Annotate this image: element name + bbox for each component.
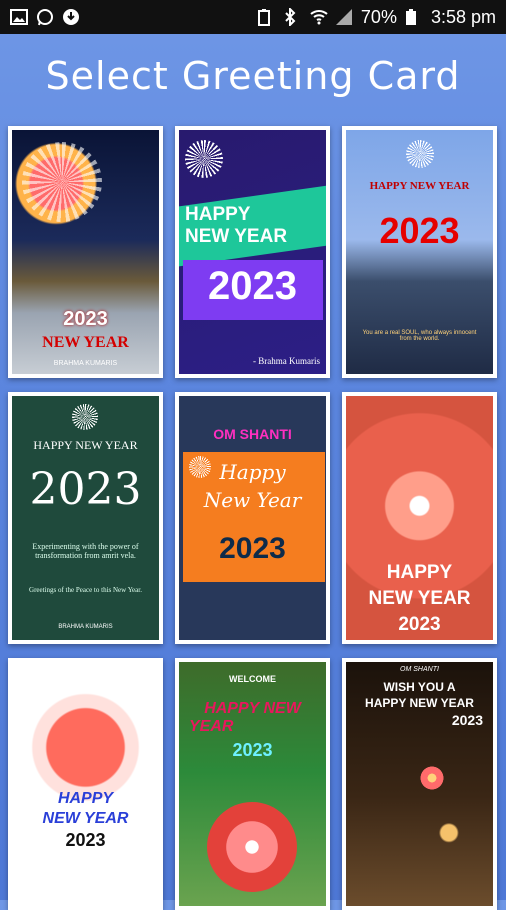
card-greeting: HAPPY xyxy=(185,204,251,225)
card-greeting: Happy xyxy=(219,460,286,484)
card-footer: - Brahma Kumaris xyxy=(253,356,320,366)
card-greeting-2: HAPPY NEW YEAR xyxy=(365,696,474,710)
card-year: 2023 xyxy=(29,464,142,515)
download-icon xyxy=(62,8,80,26)
greeting-card-5[interactable]: OM SHANTI Happy New Year 2023 xyxy=(175,392,330,644)
card-greeting: NEW YEAR xyxy=(42,334,129,351)
greeting-card-8[interactable]: WELCOME HAPPY NEW YEAR 2023 xyxy=(175,658,330,910)
greeting-card-6[interactable]: HAPPY NEW YEAR 2023 xyxy=(342,392,497,644)
card-year: 2023 xyxy=(232,740,273,760)
card-image: HAPPY NEW YEAR 2023 xyxy=(12,662,159,906)
card-footer: BRAHMA KUMARIS xyxy=(53,360,118,367)
card-image: HAPPY NEW YEAR 2023 - Brahma Kumaris xyxy=(179,130,326,374)
firework-burst xyxy=(406,140,434,168)
status-bar: 70% 3:58 pm xyxy=(0,0,506,34)
card-year: 2023 xyxy=(398,614,441,635)
whatsapp-icon xyxy=(36,8,54,26)
card-greeting-2: New Year xyxy=(203,488,302,512)
bluetooth-icon xyxy=(283,6,301,28)
battery-percent: 70% xyxy=(360,6,397,27)
card-image: HAPPY NEW YEAR 2023 You are a real SOUL,… xyxy=(346,130,493,374)
page-title: Select Greeting Card xyxy=(45,54,461,98)
card-year: 2023 xyxy=(65,830,106,850)
card-greeting-2: NEW YEAR xyxy=(368,588,471,609)
signal-icon xyxy=(335,8,353,26)
greeting-card-7[interactable]: HAPPY NEW YEAR 2023 xyxy=(8,658,163,910)
card-image: 2023 NEW YEAR BRAHMA KUMARIS xyxy=(12,130,159,374)
battery-saver-icon xyxy=(257,8,275,26)
battery-icon xyxy=(405,8,423,26)
card-image: OM SHANTI WISH YOU A HAPPY NEW YEAR 2023 xyxy=(346,662,493,906)
card-greeting: HAPPY NEW YEAR xyxy=(33,438,138,452)
card-greeting-2: NEW YEAR xyxy=(42,810,129,827)
card-greeting: HAPPY xyxy=(57,790,114,807)
firework-burst xyxy=(207,802,297,892)
card-top-text: OM SHANTI xyxy=(213,426,292,442)
card-greeting: HAPPY xyxy=(386,562,453,583)
gallery-icon xyxy=(10,8,28,26)
card-body-2: Greetings of the Peace to this New Year. xyxy=(29,586,142,594)
card-year: 2023 xyxy=(63,308,108,330)
greeting-card-2[interactable]: HAPPY NEW YEAR 2023 - Brahma Kumaris xyxy=(175,126,330,378)
sparkler xyxy=(412,758,452,798)
card-footer: You are a real SOUL, who always innocent… xyxy=(362,330,477,342)
card-year: 2023 xyxy=(451,712,483,728)
greeting-card-3[interactable]: HAPPY NEW YEAR 2023 You are a real SOUL,… xyxy=(342,126,497,378)
card-image: HAPPY NEW YEAR 2023 Experimenting with t… xyxy=(12,396,159,640)
firework-burst xyxy=(72,404,98,430)
card-year: 2023 xyxy=(379,210,460,251)
card-greeting-2: NEW YEAR xyxy=(185,226,288,247)
greeting-card-1[interactable]: 2023 NEW YEAR BRAHMA KUMARIS xyxy=(8,126,163,378)
card-grid: 2023 NEW YEAR BRAHMA KUMARIS HAPPY NEW Y… xyxy=(8,126,498,910)
card-image: HAPPY NEW YEAR 2023 xyxy=(346,396,493,640)
card-footer: BRAHMA KUMARIS xyxy=(58,624,113,630)
firework-burst xyxy=(185,140,223,178)
clock: 3:58 pm xyxy=(430,6,496,27)
card-year: 2023 xyxy=(208,264,297,308)
card-greeting-2: YEAR xyxy=(189,718,234,735)
wifi-icon xyxy=(309,8,328,26)
card-year: 2023 xyxy=(219,532,286,565)
card-greeting: HAPPY NEW xyxy=(204,700,301,717)
card-image: WELCOME HAPPY NEW YEAR 2023 xyxy=(179,662,326,906)
card-image: OM SHANTI Happy New Year 2023 xyxy=(179,396,326,640)
card-greeting: HAPPY NEW YEAR xyxy=(369,180,470,192)
card-body: Experimenting with the power of transfor… xyxy=(32,542,139,560)
card-top-text: OM SHANTI xyxy=(400,666,439,673)
greeting-card-9[interactable]: OM SHANTI WISH YOU A HAPPY NEW YEAR 2023 xyxy=(342,658,497,910)
card-greeting: WISH YOU A xyxy=(383,680,456,694)
firework-burst xyxy=(22,142,102,222)
card-top-text: WELCOME xyxy=(229,674,276,684)
greeting-card-4[interactable]: HAPPY NEW YEAR 2023 Experimenting with t… xyxy=(8,392,163,644)
